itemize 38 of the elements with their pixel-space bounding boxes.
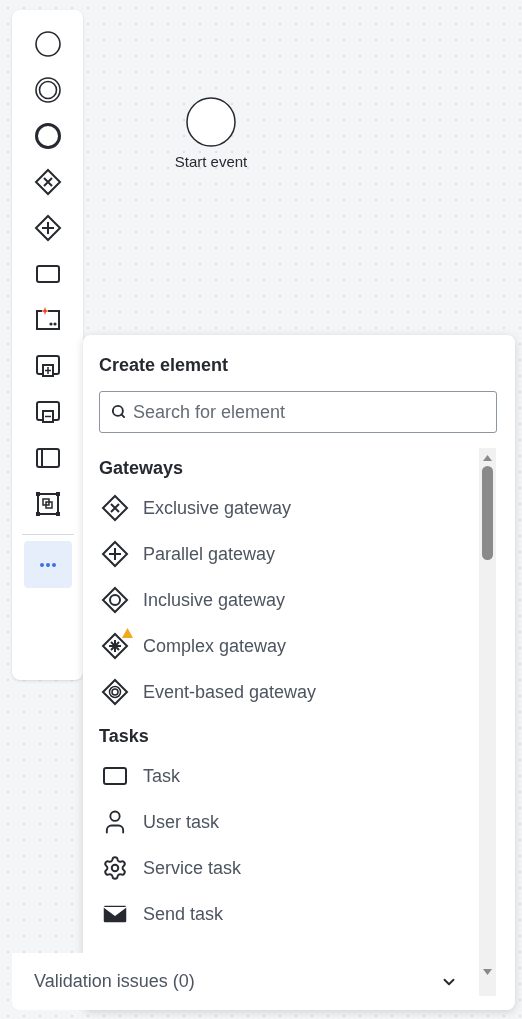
diamond-x-icon xyxy=(33,168,62,196)
diamond-target-icon xyxy=(101,678,129,706)
scrollbar[interactable] xyxy=(479,448,496,996)
node-label: Start event xyxy=(174,153,248,170)
group-heading: Tasks xyxy=(99,725,149,747)
element-option[interactable]: User task xyxy=(143,811,220,833)
element-option[interactable]: Send task xyxy=(143,903,224,925)
dots-icon xyxy=(39,562,56,567)
element-option[interactable]: Event-based gateway xyxy=(143,681,317,703)
double-circle-icon xyxy=(33,76,62,104)
warning-icon xyxy=(122,628,133,638)
scroll-down-icon xyxy=(482,968,493,976)
element-option[interactable]: Inclusive gateway xyxy=(143,589,286,611)
scrollbar-thumb[interactable] xyxy=(482,466,493,560)
start-event-node xyxy=(186,97,236,147)
element-option[interactable]: Complex gateway xyxy=(143,635,287,657)
element-option[interactable]: Exclusive gateway xyxy=(143,497,292,519)
search-icon xyxy=(111,404,126,419)
search-field[interactable]: Search for element xyxy=(99,391,497,433)
scroll-up-icon xyxy=(482,454,493,462)
diamond-plus-icon xyxy=(101,540,129,568)
element-option[interactable]: Service task xyxy=(143,857,242,879)
diamond-x-icon xyxy=(101,494,129,522)
plus-card-icon xyxy=(33,352,62,380)
element-option[interactable]: Parallel gateway xyxy=(143,543,276,565)
minus-card-icon xyxy=(33,398,62,426)
popup-title: Create element xyxy=(99,355,230,375)
diamond-asterisk-icon xyxy=(101,632,129,660)
circle-icon xyxy=(33,30,62,58)
thick-circle-icon xyxy=(33,122,62,150)
more-button[interactable] xyxy=(23,541,72,588)
element-option[interactable]: Task xyxy=(143,765,180,787)
diamond-plus-icon xyxy=(33,214,62,242)
validation-label: Validation issues (0) xyxy=(34,971,195,992)
validation-bar[interactable]: Validation issues (0) xyxy=(12,953,478,1010)
group-heading: Gateways xyxy=(99,457,184,479)
gear-icon xyxy=(102,855,128,881)
frame-icon xyxy=(33,490,62,518)
